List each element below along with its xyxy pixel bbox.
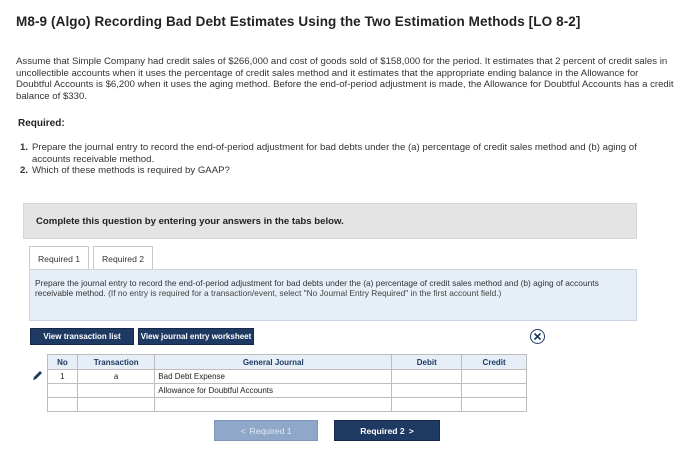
panel-instruction: Prepare the journal entry to record the … [35,278,631,299]
instructions-text: Complete this question by entering your … [36,216,344,227]
instructions-bar: Complete this question by entering your … [23,203,637,239]
cell-account[interactable]: Allowance for Doubtful Accounts [154,383,393,398]
table-header-row: No Transaction General Journal Debit Cre… [29,354,527,370]
table-row [29,397,527,412]
close-icon[interactable] [530,329,545,344]
pencil-icon[interactable] [32,370,43,381]
table-row: Allowance for Doubtful Accounts [29,383,527,398]
next-required-button[interactable]: Required 2 > [334,420,440,441]
cell-credit[interactable] [461,369,527,384]
page-title: M8-9 (Algo) Recording Bad Debt Estimates… [16,14,581,29]
cell-credit[interactable] [461,383,527,398]
requirement-item: 1. Prepare the journal entry to record t… [20,142,670,165]
cell-transaction: a [77,369,156,384]
view-journal-worksheet-button[interactable]: View journal entry worksheet [138,328,254,345]
cell-no: 1 [46,369,79,384]
chevron-left-icon: < [240,425,246,436]
next-button-label: Required 2 [360,425,405,436]
requirement-text: Which of these methods is required by GA… [32,165,230,177]
edit-cell[interactable] [29,369,48,384]
prev-button-label: Required 1 [249,425,292,436]
requirement-number: 1. [20,142,29,153]
column-header-no: No [46,354,79,370]
tab-required-1[interactable]: Required 1 [29,246,89,270]
journal-entry-table: No Transaction General Journal Debit Cre… [29,354,527,412]
cell-transaction [77,397,156,412]
tab-panel: Prepare the journal entry to record the … [29,269,637,321]
requirement-number: 2. [20,165,29,177]
table-row: 1 a Bad Debt Expense [29,369,527,384]
cell-no [46,383,79,398]
x-mark-icon [533,332,542,341]
requirements-list: 1. Prepare the journal entry to record t… [20,142,670,177]
cell-account[interactable]: Bad Debt Expense [154,369,393,384]
problem-description: Assume that Simple Company had credit sa… [16,56,674,102]
cell-debit[interactable] [391,383,463,398]
cell-debit[interactable] [391,397,463,412]
edit-column-header [29,354,48,370]
column-header-credit: Credit [461,354,527,370]
column-header-transaction: Transaction [77,354,156,370]
cell-no [46,397,79,412]
prev-required-button[interactable]: < Required 1 [214,420,318,441]
column-header-general-journal: General Journal [154,354,393,370]
requirement-item: 2. Which of these methods is required by… [20,165,670,177]
required-heading: Required: [18,118,65,129]
view-transaction-list-button[interactable]: View transaction list [30,328,134,345]
chevron-right-icon: > [408,425,414,436]
tab-required-2[interactable]: Required 2 [93,246,153,270]
requirement-text: Prepare the journal entry to record the … [32,142,637,165]
cell-transaction [77,383,156,398]
cell-account[interactable] [154,397,393,412]
cell-credit[interactable] [461,397,527,412]
instruction-note: (If no entry is required for a transacti… [108,287,502,298]
column-header-debit: Debit [391,354,463,370]
cell-debit[interactable] [391,369,463,384]
edit-cell [29,383,48,398]
edit-cell [29,397,48,412]
